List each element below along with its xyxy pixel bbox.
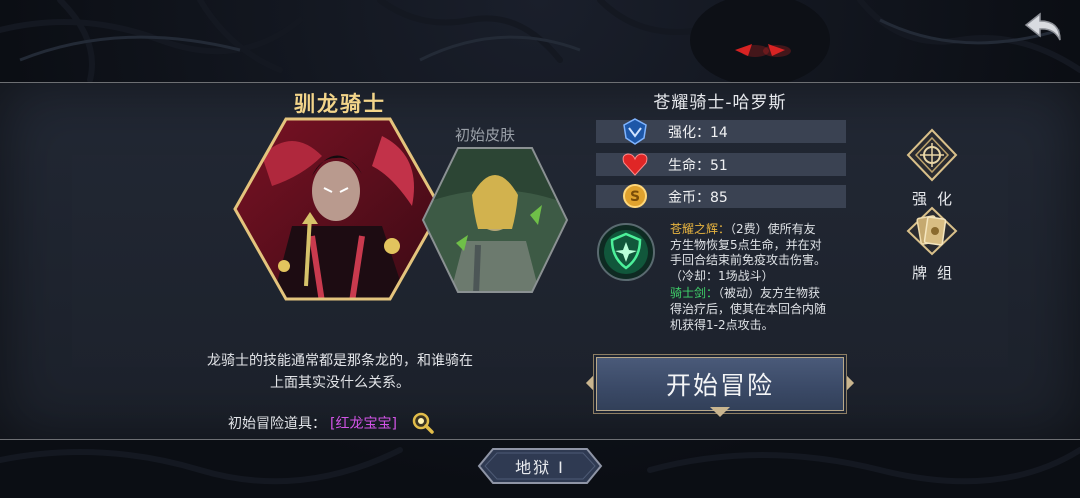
shield-skill-icon [597,223,655,281]
difficulty-selector[interactable]: 地狱 I [477,447,603,485]
magnifier-icon[interactable] [411,411,435,435]
stat-row-enhance: 强化：14 [596,118,846,145]
active-skill-desc: 方生物恢复5点生命，并在对 [670,237,822,252]
stat-gold-text: 金币：85 [668,190,728,206]
class-title: 驯龙骑士 [294,92,386,116]
heart-icon [622,153,648,176]
skin-portrait[interactable] [420,145,570,295]
deck-label: 牌组 [912,264,963,282]
stat-health-text: 生命：51 [668,158,728,174]
skill-description: 苍耀之辉：（2费）使所有友 方生物恢复5点生命，并在对 手回合结束前免疫攻击伤害… [670,222,860,335]
back-button[interactable] [1022,10,1066,44]
starting-item-name[interactable]: [红龙宝宝] [330,413,397,433]
hero-name: 苍耀骑士-哈罗斯 [653,93,787,113]
description-line: 上面其实没什么关系。 [270,375,410,391]
description-line: 龙骑士的技能通常都是那条龙的，和谁骑在 [207,353,473,369]
active-skill-desc: 手回合结束前免疫攻击伤害。 [670,253,827,268]
difficulty-label: 地狱 I [515,458,565,477]
cards-icon [906,206,958,256]
enhance-icon [623,118,647,145]
coin-icon: S [623,184,647,208]
class-description: 龙骑士的技能通常都是那条龙的，和谁骑在 上面其实没什么关系。 [170,350,510,394]
deck-button[interactable]: 牌组 [902,206,962,283]
starting-item-row: 初始冒险道具： [红龙宝宝] [228,412,435,434]
stat-enhance-text: 强化：14 [668,125,728,141]
stat-row-gold: S 金币：85 [596,184,846,208]
active-skill-name: 苍耀之辉： [670,222,731,236]
start-adventure-button[interactable]: 开始冒险 [585,353,855,417]
skill-icon[interactable] [596,222,656,282]
starting-item-label: 初始冒险道具： [228,416,326,432]
passive-skill-desc: 得治疗后，使其在本回合内随 [670,301,827,316]
enhance-button[interactable]: 强化 [902,128,962,209]
passive-skill-desc: （被动）友方生物获 [718,286,821,301]
passive-skill-name: 骑士剑： [670,286,719,301]
passive-skill-desc: 机获得1-2点攻击。 [670,317,774,332]
skin-label: 初始皮肤 [454,126,515,144]
back-arrow-icon [1024,12,1061,41]
start-adventure-label: 开始冒险 [596,357,844,411]
active-skill-desc: （冷却：1场战斗） [670,268,774,283]
active-skill-desc: （2费）使所有友 [730,222,816,236]
class-portrait[interactable] [232,116,444,302]
svg-text:S: S [630,189,640,205]
stat-row-health: 生命：51 [596,153,846,176]
compass-icon [906,128,958,182]
chevron-down-icon [710,407,730,417]
